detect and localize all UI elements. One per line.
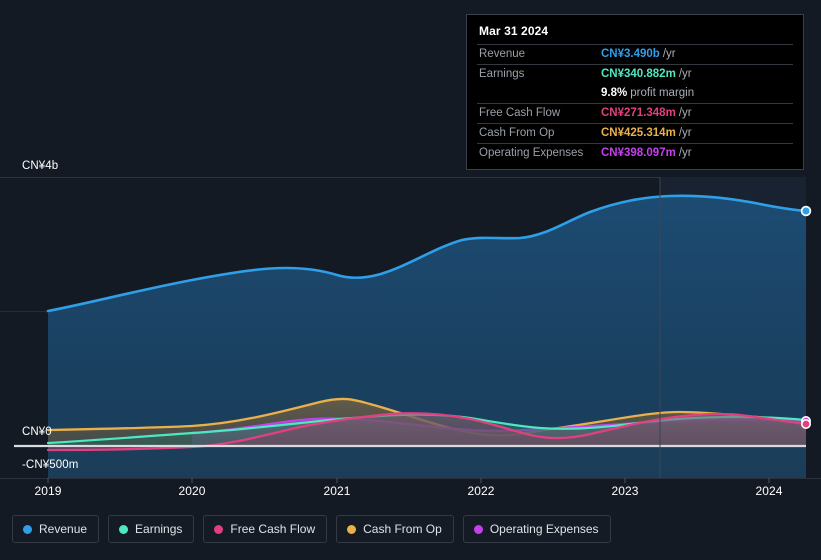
legend-item-revenue[interactable]: Revenue [12,515,100,543]
tooltip-row-profit-margin: 9.8% profit margin [477,84,793,103]
legend-item-earnings[interactable]: Earnings [108,515,195,543]
legend-label-earnings: Earnings [135,522,183,536]
legend-label-operating-expenses: Operating Expenses [489,522,599,536]
tooltip-key-operating-expenses: Operating Expenses [479,147,584,159]
tooltip-value-operating-expenses: CN¥398.097m [601,147,676,159]
y-axis-label-bottom: -CN¥500m [22,459,79,471]
chart-tooltip: Mar 31 2024 Revenue CN¥3.490b /yr Earnin… [466,14,804,170]
tooltip-value-cash-from-op: CN¥425.314m [601,127,676,139]
tooltip-value-free-cash-flow: CN¥271.348m [601,107,676,119]
legend-dot-free-cash-flow-icon [214,524,224,534]
tooltip-suffix-free-cash-flow: /yr [678,107,692,119]
x-axis-label-2022: 2022 [467,484,495,498]
tooltip-suffix-profit-margin: profit margin [630,87,695,99]
legend-label-revenue: Revenue [39,522,88,536]
legend-item-cash-from-op[interactable]: Cash From Op [336,515,454,543]
legend-dot-cash-from-op-icon [347,524,357,534]
tooltip-value-profit-margin: 9.8% [601,87,628,99]
tooltip-key-earnings: Earnings [479,68,525,80]
legend-dot-revenue-icon [23,524,32,534]
tooltip-suffix-revenue: /yr [662,48,676,60]
tooltip-row-cash-from-op: Cash From Op CN¥425.314m /yr [477,123,793,143]
tooltip-suffix-earnings: /yr [678,68,692,80]
y-axis-label-zero: CN¥0 [22,426,52,438]
tooltip-row-operating-expenses: Operating Expenses CN¥398.097m /yr [477,143,793,163]
y-axis-label-top: CN¥4b [22,160,59,172]
free-cash-flow-endpoint-marker [800,418,811,429]
revenue-endpoint-marker [800,205,812,217]
tooltip-row-earnings: Earnings CN¥340.882m /yr [477,64,793,84]
legend-label-cash-from-op: Cash From Op [363,522,442,536]
tooltip-key-cash-from-op: Cash From Op [479,127,555,139]
x-axis-label-2024: 2024 [755,484,783,498]
tooltip-key-free-cash-flow: Free Cash Flow [479,107,561,119]
tooltip-date: Mar 31 2024 [479,24,549,38]
legend-dot-earnings-icon [119,524,129,534]
tooltip-suffix-cash-from-op: /yr [678,127,692,139]
x-axis-label-2019: 2019 [34,484,62,498]
tooltip-row-free-cash-flow: Free Cash Flow CN¥271.348m /yr [477,103,793,123]
legend-item-operating-expenses[interactable]: Operating Expenses [462,515,611,543]
tooltip-row-revenue: Revenue CN¥3.490b /yr [477,44,793,64]
x-axis-label-2021: 2021 [323,484,351,498]
tooltip-value-earnings: CN¥340.882m [601,68,676,80]
x-axis-label-2023: 2023 [611,484,639,498]
chart-legend: Revenue Earnings Free Cash Flow Cash Fro… [12,515,611,543]
legend-item-free-cash-flow[interactable]: Free Cash Flow [203,515,328,543]
legend-label-free-cash-flow: Free Cash Flow [230,522,316,536]
tooltip-suffix-operating-expenses: /yr [678,147,692,159]
financial-chart: CN¥4b CN¥0 -CN¥500m 2019 2020 2021 2022 … [0,0,821,560]
legend-dot-operating-expenses-icon [473,524,483,534]
tooltip-value-revenue: CN¥3.490b [601,48,660,60]
x-axis-label-2020: 2020 [178,484,206,498]
tooltip-key-revenue: Revenue [479,48,526,60]
